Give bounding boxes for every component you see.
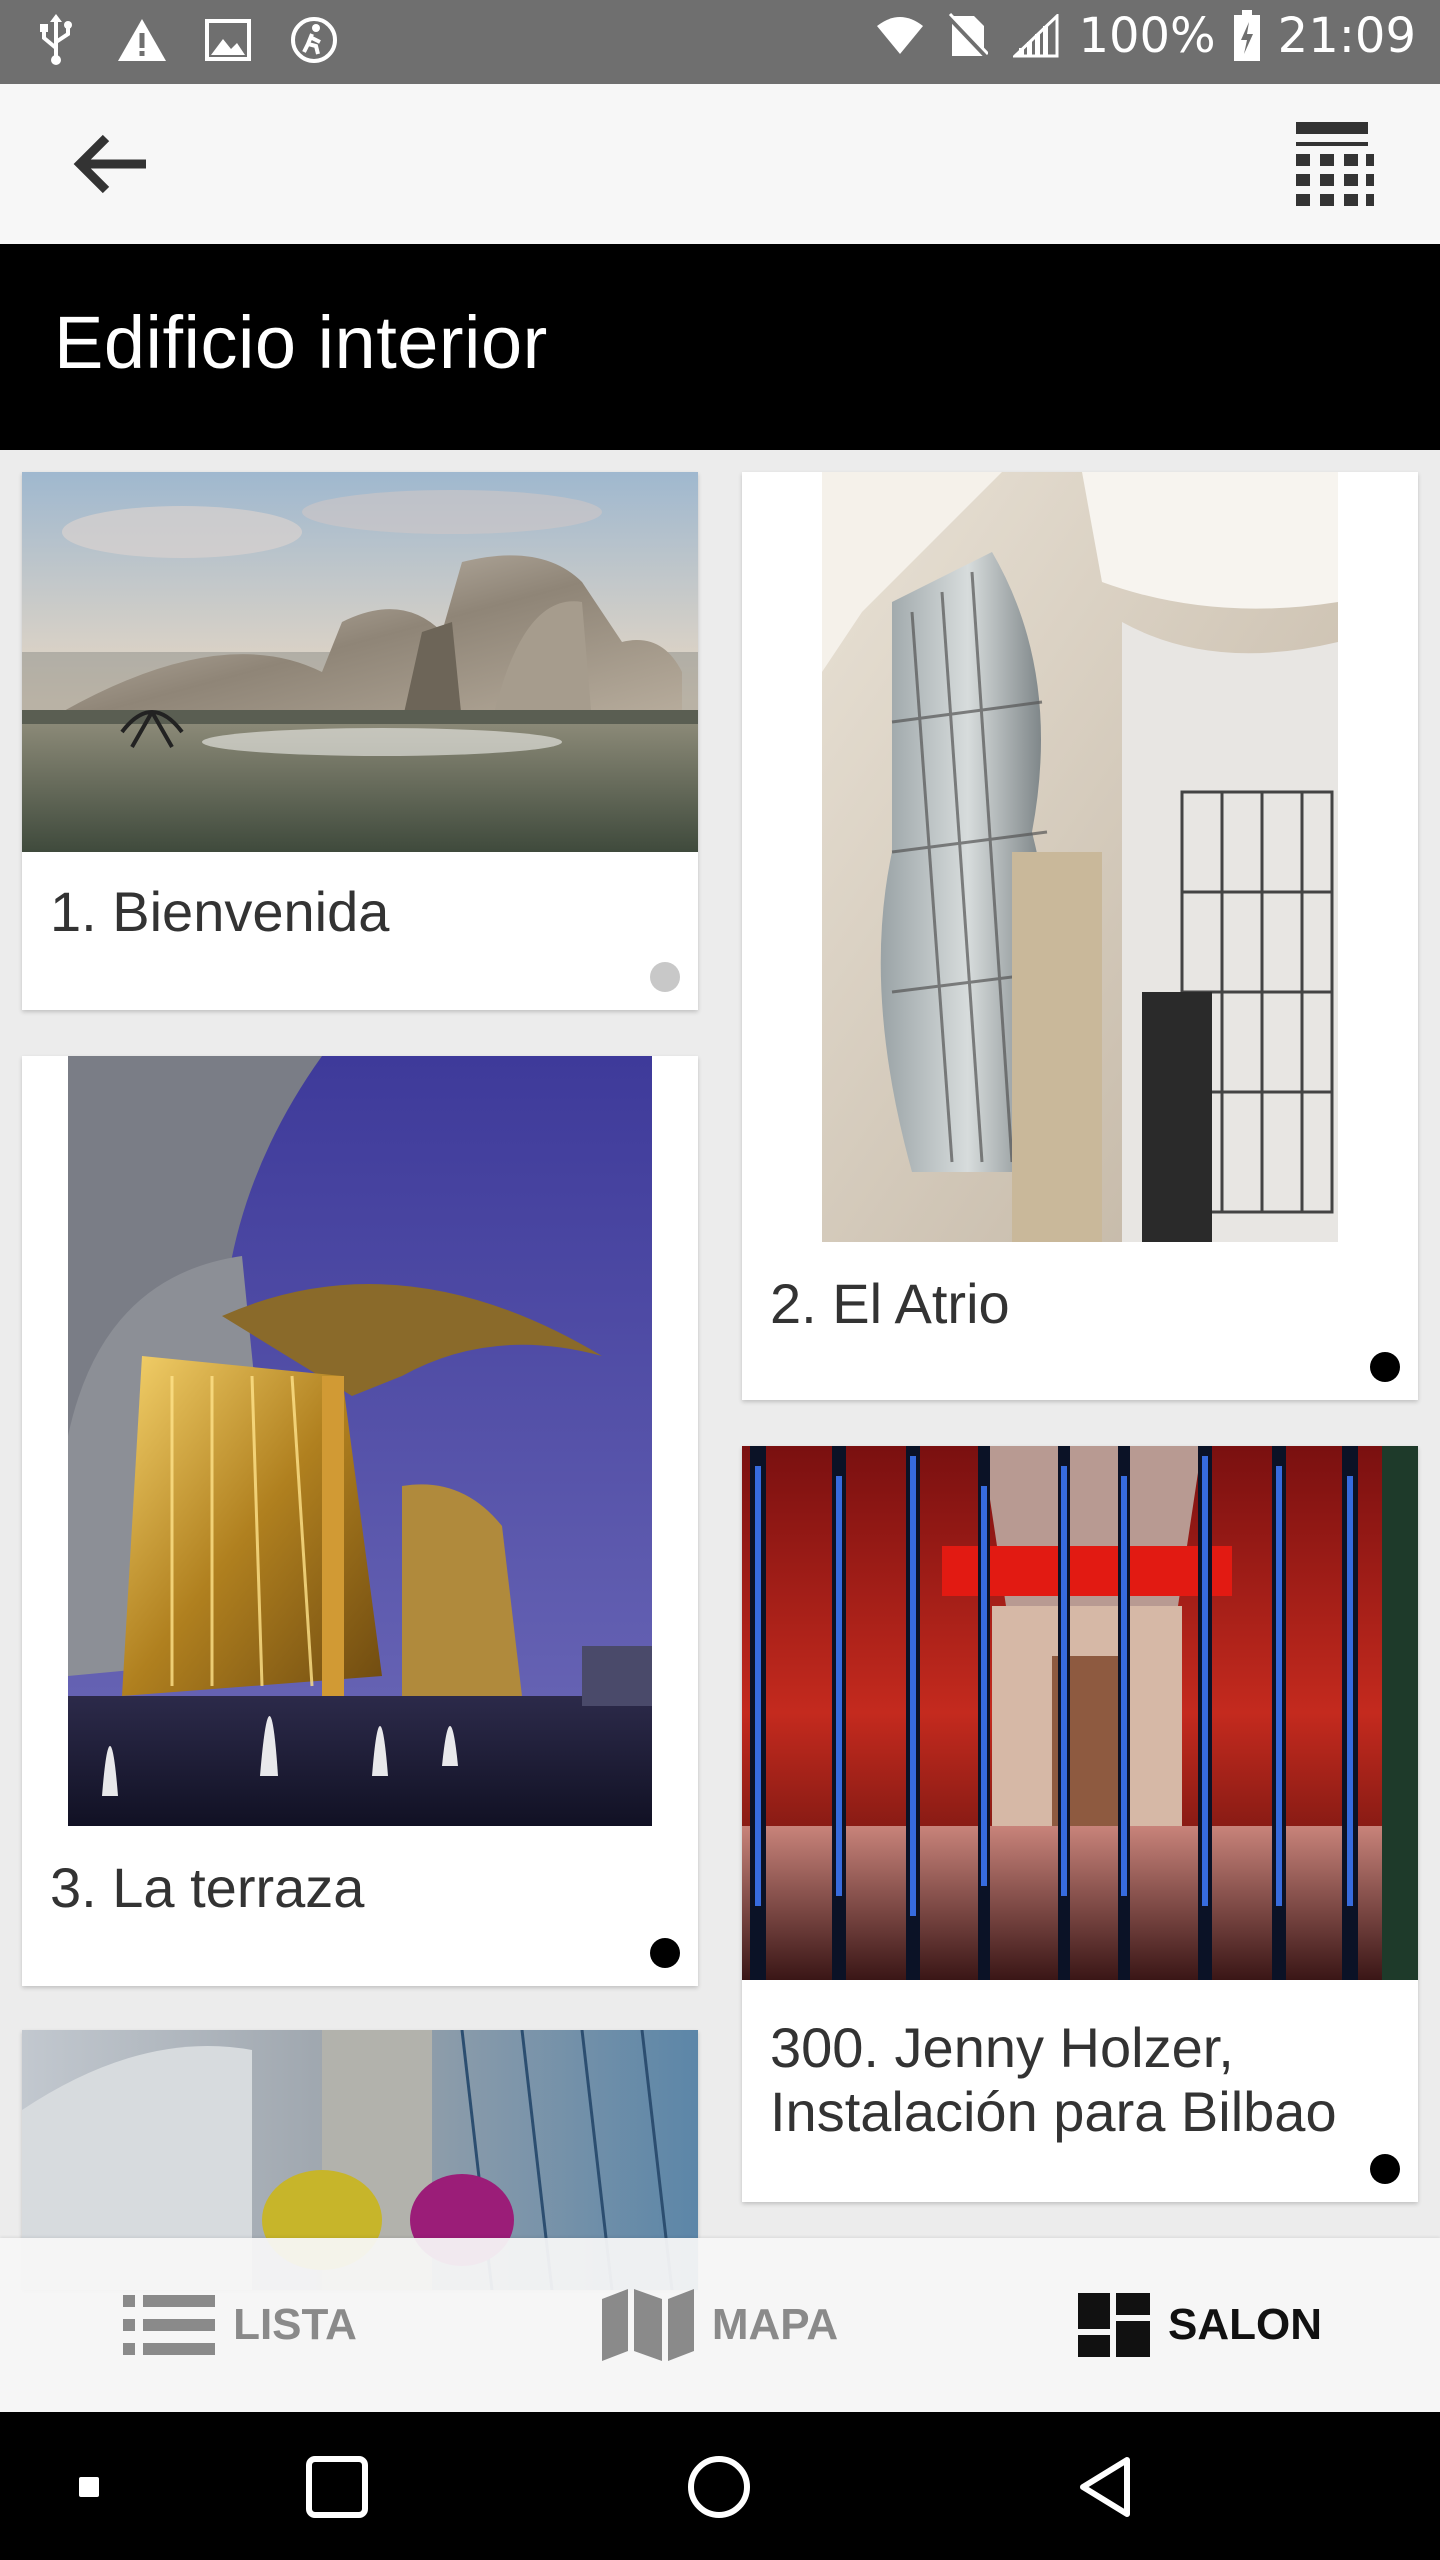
card-label: 1. Bienvenida bbox=[50, 880, 390, 943]
status-time: 21:09 bbox=[1277, 8, 1416, 64]
recents-small-icon bbox=[79, 2477, 99, 2497]
card-el-atrio[interactable]: 2. El Atrio bbox=[742, 472, 1418, 1400]
overview-button[interactable] bbox=[292, 2442, 382, 2532]
battery-percent: 100% bbox=[1078, 8, 1216, 64]
card-jenny-holzer[interactable]: 300. Jenny Holzer, Instalación para Bilb… bbox=[742, 1446, 1418, 2202]
card-label: 3. La terraza bbox=[50, 1856, 365, 1919]
nav-mapa[interactable]: MAPA bbox=[480, 2238, 960, 2412]
nav-salon[interactable]: SALON bbox=[960, 2238, 1440, 2412]
warning-icon bbox=[116, 14, 168, 66]
overview-square-icon bbox=[306, 2456, 368, 2518]
home-button[interactable] bbox=[674, 2442, 764, 2532]
nav-label-salon: SALON bbox=[1168, 2300, 1322, 2349]
home-circle-icon bbox=[688, 2456, 750, 2518]
back-system-button[interactable] bbox=[1060, 2442, 1150, 2532]
wifi-icon bbox=[874, 10, 926, 62]
accessibility-icon bbox=[288, 14, 340, 66]
arrow-left-icon bbox=[73, 134, 146, 194]
status-bar-right: 100% 21:09 bbox=[874, 8, 1416, 64]
status-dot-visited bbox=[1370, 2154, 1400, 2184]
card-image-bienvenida bbox=[22, 472, 698, 852]
dashboard-icon bbox=[1078, 2293, 1150, 2357]
card-la-terraza[interactable]: 3. La terraza bbox=[22, 1056, 698, 1986]
card-image-la-terraza bbox=[22, 1056, 698, 1826]
bottom-navigation: LISTA MAPA SALON bbox=[0, 2238, 1440, 2412]
nav-label-lista: LISTA bbox=[233, 2300, 357, 2349]
keypad-button[interactable] bbox=[1290, 118, 1380, 208]
app-root: 100% 21:09 Edificio interior 1. Bienveni… bbox=[0, 0, 1440, 2560]
card-label: 2. El Atrio bbox=[770, 1272, 1010, 1335]
nav-label-mapa: MAPA bbox=[711, 2300, 839, 2349]
nav-lista[interactable]: LISTA bbox=[0, 2238, 480, 2412]
keypad-icon bbox=[1296, 122, 1374, 206]
no-sim-icon bbox=[942, 10, 994, 62]
card-image-el-atrio bbox=[742, 472, 1418, 1242]
status-dot-visited bbox=[1370, 1352, 1400, 1382]
status-bar: 100% 21:09 bbox=[0, 0, 1440, 84]
page-title: Edificio interior bbox=[54, 301, 548, 384]
back-triangle-icon bbox=[1080, 2457, 1130, 2517]
status-bar-left bbox=[30, 14, 340, 66]
card-label: 300. Jenny Holzer, Instalación para Bilb… bbox=[770, 2016, 1337, 2143]
section-header: Edificio interior bbox=[0, 244, 1440, 450]
app-toolbar bbox=[0, 84, 1440, 244]
map-icon bbox=[601, 2289, 694, 2361]
usb-icon bbox=[30, 14, 82, 66]
status-dot-visited bbox=[650, 1938, 680, 1968]
battery-icon bbox=[1232, 10, 1262, 62]
back-button[interactable] bbox=[60, 122, 160, 206]
system-navigation-bar bbox=[0, 2412, 1440, 2560]
recents-small-button[interactable] bbox=[44, 2442, 134, 2532]
list-icon bbox=[123, 2295, 216, 2355]
signal-icon bbox=[1010, 10, 1062, 62]
image-icon bbox=[202, 14, 254, 66]
card-bienvenida[interactable]: 1. Bienvenida bbox=[22, 472, 698, 1010]
card-image-jenny-holzer bbox=[742, 1446, 1418, 1980]
status-dot-unvisited bbox=[650, 962, 680, 992]
